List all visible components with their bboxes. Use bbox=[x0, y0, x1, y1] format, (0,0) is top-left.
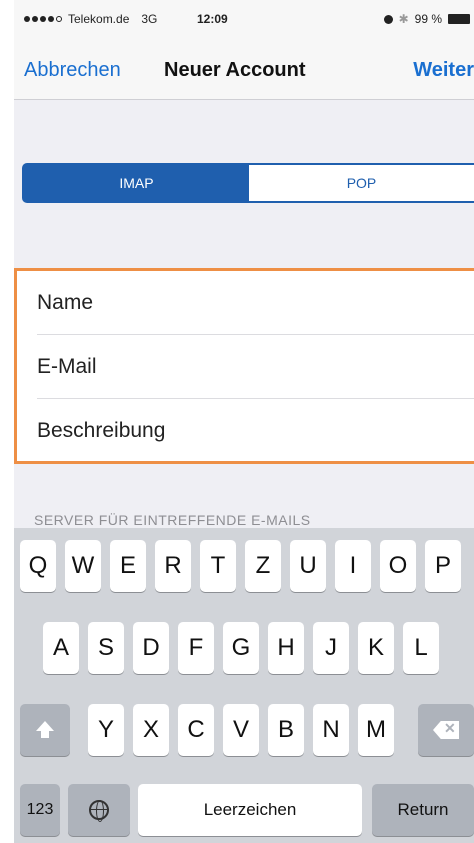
battery-percent: 99 % bbox=[414, 12, 442, 26]
key-c[interactable]: C bbox=[178, 704, 214, 756]
key-y[interactable]: Y bbox=[88, 704, 124, 756]
globe-icon bbox=[89, 800, 109, 822]
key-s[interactable]: S bbox=[88, 622, 124, 674]
account-form: Name E-Mail Beschreibung bbox=[14, 268, 474, 464]
backspace-icon: ✕ bbox=[433, 721, 459, 739]
key-x[interactable]: X bbox=[133, 704, 169, 756]
email-field-placeholder: E-Mail bbox=[37, 354, 97, 378]
description-field[interactable]: Beschreibung bbox=[37, 399, 474, 463]
signal-strength-icon bbox=[24, 16, 62, 22]
description-field-placeholder: Beschreibung bbox=[37, 419, 166, 442]
status-bar: Telekom.de 3G 12:09 ✱ 99 % bbox=[14, 0, 474, 40]
key-a[interactable]: A bbox=[43, 622, 79, 674]
status-left: Telekom.de 3G bbox=[24, 12, 157, 26]
carrier-label: Telekom.de bbox=[68, 12, 130, 26]
key-u[interactable]: U bbox=[290, 540, 326, 592]
segment-pop[interactable]: POP bbox=[249, 165, 474, 201]
page-title: Neuer Account bbox=[164, 59, 306, 81]
battery-icon bbox=[448, 14, 470, 24]
key-p[interactable]: P bbox=[425, 540, 461, 592]
globe-key[interactable] bbox=[68, 784, 130, 836]
key-m[interactable]: M bbox=[358, 704, 394, 756]
shift-key[interactable] bbox=[20, 704, 70, 756]
return-key[interactable]: Return bbox=[372, 784, 474, 836]
status-time: 12:09 bbox=[197, 12, 228, 26]
key-k[interactable]: K bbox=[358, 622, 394, 674]
incoming-server-section-header: SERVER FÜR EINTREFFENDE E-MAILS bbox=[34, 512, 311, 528]
shift-icon bbox=[36, 721, 54, 738]
key-z[interactable]: Z bbox=[245, 540, 281, 592]
key-j[interactable]: J bbox=[313, 622, 349, 674]
key-t[interactable]: T bbox=[200, 540, 236, 592]
key-q[interactable]: Q bbox=[20, 540, 56, 592]
key-e[interactable]: E bbox=[110, 540, 146, 592]
key-w[interactable]: W bbox=[65, 540, 101, 592]
key-d[interactable]: D bbox=[133, 622, 169, 674]
bluetooth-icon: ✱ bbox=[398, 12, 409, 26]
keyboard: Q W E R T Z U I O P A S D F G H J K L Y … bbox=[14, 528, 474, 843]
numbers-key[interactable]: 123 bbox=[20, 784, 60, 836]
alarm-icon bbox=[383, 14, 393, 24]
network-label: 3G bbox=[141, 12, 158, 26]
name-field[interactable]: Name bbox=[37, 271, 474, 335]
segment-imap[interactable]: IMAP bbox=[24, 165, 249, 201]
key-f[interactable]: F bbox=[178, 622, 214, 674]
key-o[interactable]: O bbox=[380, 540, 416, 592]
key-h[interactable]: H bbox=[268, 622, 304, 674]
status-right: ✱ 99 % bbox=[383, 12, 470, 26]
key-r[interactable]: R bbox=[155, 540, 191, 592]
space-key[interactable]: Leerzeichen bbox=[138, 784, 362, 836]
next-button[interactable]: Weiter bbox=[413, 59, 474, 82]
key-v[interactable]: V bbox=[223, 704, 259, 756]
key-l[interactable]: L bbox=[403, 622, 439, 674]
navigation-bar: Abbrechen Neuer Account Weiter bbox=[14, 40, 474, 100]
key-b[interactable]: B bbox=[268, 704, 304, 756]
key-i[interactable]: I bbox=[335, 540, 371, 592]
phone-screen: Telekom.de 3G 12:09 ✱ 99 % Abbrechen Neu… bbox=[14, 0, 474, 843]
name-field-placeholder: Name bbox=[37, 290, 94, 314]
email-field[interactable]: E-Mail bbox=[37, 335, 474, 399]
backspace-key[interactable]: ✕ bbox=[418, 704, 474, 756]
cancel-button[interactable]: Abbrechen bbox=[24, 59, 121, 82]
account-type-segmented-control: IMAP POP bbox=[22, 163, 474, 203]
key-n[interactable]: N bbox=[313, 704, 349, 756]
key-g[interactable]: G bbox=[223, 622, 259, 674]
